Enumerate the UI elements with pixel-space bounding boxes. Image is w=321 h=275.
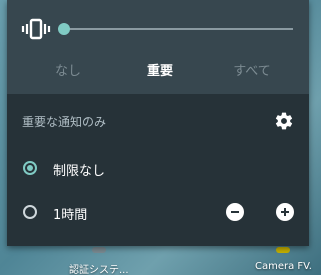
vibrate-icon[interactable] [21,14,51,44]
volume-slider-thumb[interactable] [58,23,70,35]
radio-one-hour[interactable] [23,205,37,219]
volume-and-mode-section: なし 重要 すべて [7,0,309,94]
tab-all[interactable]: すべて [212,60,292,80]
app-icon-auth[interactable] [92,247,106,253]
tab-none[interactable]: なし [28,60,108,80]
app-label-camera[interactable]: Camera FV. [255,261,312,272]
app-icon-camera[interactable] [276,247,290,253]
radio-indefinitely[interactable] [23,161,37,175]
option-indefinitely-label[interactable]: 制限なし [53,160,105,179]
tab-important[interactable]: 重要 [120,60,200,80]
plus-circle-icon[interactable] [276,203,294,221]
volume-slider-track[interactable] [63,28,293,30]
minus-circle-icon[interactable] [226,203,244,221]
gear-icon[interactable] [274,111,294,131]
do-not-disturb-panel: なし 重要 すべて 重要な通知のみ 制限なし 1時間 [7,0,309,246]
app-label-auth[interactable]: 認証システ... [69,261,129,275]
priority-only-label: 重要な通知のみ [22,115,107,129]
option-one-hour-label[interactable]: 1時間 [53,204,87,223]
